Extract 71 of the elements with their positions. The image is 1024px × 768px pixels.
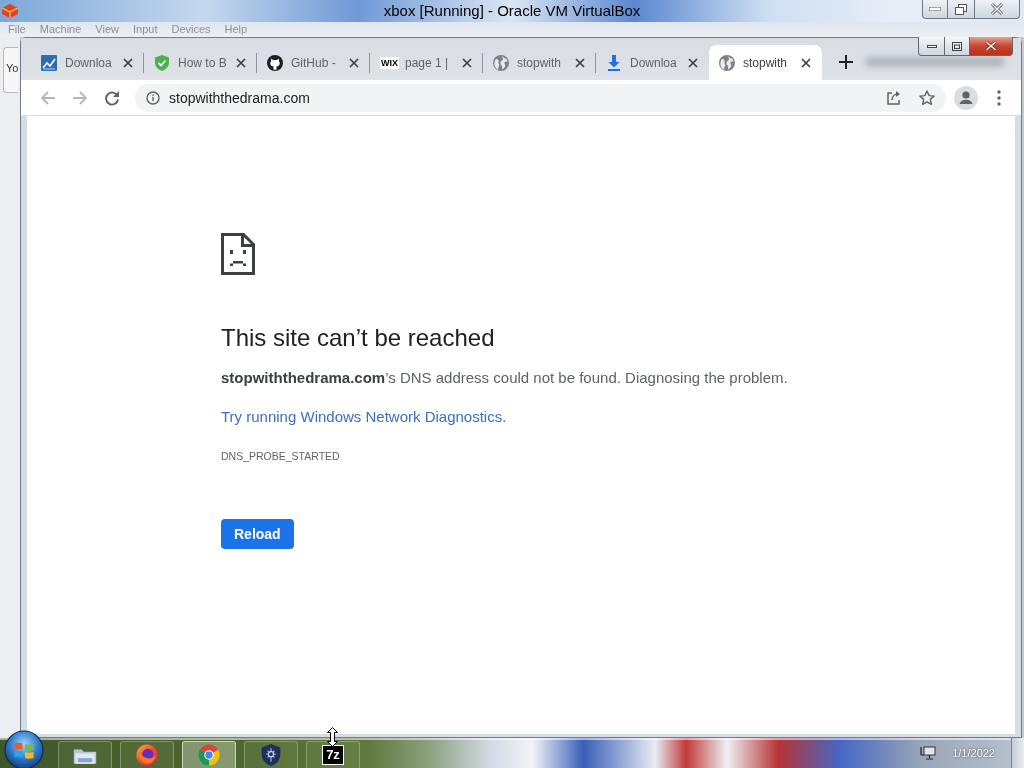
forward-arrow-icon <box>72 89 88 106</box>
close-icon <box>985 41 997 51</box>
sad-page-icon <box>221 233 255 275</box>
back-arrow-icon <box>40 89 56 106</box>
taskbar-button[interactable] <box>58 741 112 768</box>
restore-icon <box>955 3 967 15</box>
side-tab[interactable]: Yo <box>3 47 18 93</box>
firefox-icon <box>135 744 159 766</box>
suggestion-text: Try running Windows Network Diagnostics. <box>221 407 507 427</box>
close-icon[interactable] <box>575 57 585 68</box>
taskbar-button[interactable] <box>244 741 298 768</box>
github-icon <box>267 54 283 71</box>
start-button[interactable] <box>4 730 44 768</box>
menu-item[interactable]: View <box>95 23 119 36</box>
browser-tab[interactable]: How to B <box>144 45 257 80</box>
close-icon <box>990 3 1004 15</box>
reload-icon <box>104 89 120 106</box>
clock-date: 1/1/2022 <box>952 747 995 759</box>
close-button[interactable] <box>970 37 1013 56</box>
close-icon[interactable] <box>801 57 811 68</box>
close-icon[interactable] <box>236 57 246 68</box>
menu-item[interactable]: Devices <box>171 23 211 36</box>
browser-tab[interactable]: stopwith <box>709 45 822 80</box>
minimize-icon <box>926 44 937 48</box>
globe-icon <box>719 54 735 71</box>
menu-item[interactable]: Input <box>132 23 158 36</box>
info-icon <box>146 90 160 105</box>
restore-button[interactable] <box>948 0 975 19</box>
chart-icon <box>41 54 57 71</box>
network-icon <box>920 746 937 760</box>
menu-item[interactable]: Help <box>224 23 248 36</box>
close-icon[interactable] <box>349 57 359 68</box>
download-icon <box>606 54 622 71</box>
shield-icon <box>259 744 283 766</box>
close-icon[interactable] <box>123 57 133 68</box>
taskbar-button[interactable] <box>120 741 174 768</box>
show-desktop-button[interactable] <box>1011 738 1024 768</box>
minimize-button[interactable] <box>922 0 948 19</box>
reload-page-button[interactable]: Reload <box>221 519 294 549</box>
error-message: stopwiththedrama.com’s DNS address could not be found. Diagnosing the problem. <box>221 368 788 388</box>
close-icon[interactable] <box>688 57 698 68</box>
site-logo: WIX <box>380 56 399 69</box>
menu-item[interactable]: File <box>8 23 26 36</box>
browser-tab[interactable]: Downloa <box>31 45 144 80</box>
taskbar-button[interactable] <box>182 741 236 768</box>
archiver-logo: 7z <box>322 745 344 765</box>
shield-icon <box>154 54 170 71</box>
bookmark-star-icon[interactable] <box>919 89 935 106</box>
chrome-icon <box>197 744 221 766</box>
maximize-button[interactable] <box>945 37 970 56</box>
profile-avatar-icon[interactable] <box>954 85 978 110</box>
minimize-icon <box>929 7 941 11</box>
browser-tab[interactable]: stopwith <box>483 45 596 80</box>
browser-tab[interactable]: WIX page 1 | <box>370 45 483 80</box>
new-tab-icon[interactable] <box>839 55 853 69</box>
maximize-icon <box>952 41 962 51</box>
close-icon[interactable] <box>462 57 472 68</box>
address-field[interactable]: stopwiththedrama.com <box>135 83 946 112</box>
browser-tab[interactable]: Downloa <box>596 45 709 80</box>
error-heading: This site can’t be reached <box>221 324 495 352</box>
share-icon[interactable] <box>886 89 902 106</box>
globe-icon <box>493 54 509 71</box>
browser-tab[interactable]: GitHub - <box>257 45 370 80</box>
window-title: xbox [Running] - Oracle VM VirtualBox <box>383 1 641 21</box>
menu-icon[interactable] <box>997 89 1001 106</box>
minimize-button[interactable] <box>918 37 945 56</box>
close-button[interactable] <box>975 0 1020 19</box>
error-code: DNS_PROBE_STARTED <box>221 449 340 464</box>
taskbar-button[interactable]: 7z <box>306 741 360 768</box>
menu-item[interactable]: Machine <box>39 23 82 36</box>
cube-logo-icon <box>1 3 19 19</box>
